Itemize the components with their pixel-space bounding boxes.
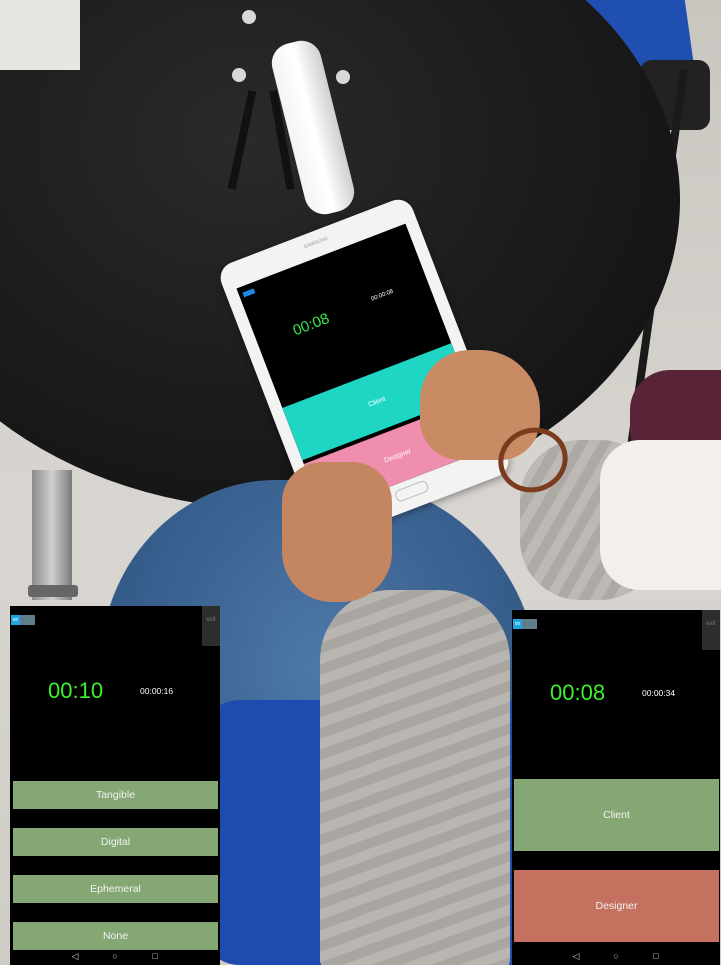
- table-leg: [32, 470, 72, 600]
- marker-ball: [232, 68, 246, 82]
- countdown-timer: 00:08: [550, 680, 606, 705]
- digital-button[interactable]: Digital: [13, 828, 218, 856]
- toggle-switch[interactable]: [242, 288, 256, 298]
- toggle-state: on: [11, 615, 20, 625]
- countdown-timer: 00:08: [290, 309, 332, 340]
- sweater-arm: [320, 590, 510, 965]
- elapsed-timer: 00:00:34: [642, 688, 676, 698]
- home-icon[interactable]: ○: [110, 951, 120, 961]
- toggle-state: on: [513, 619, 522, 629]
- android-nav-bar: ◁ ○ □: [10, 947, 220, 965]
- back-icon[interactable]: ◁: [70, 951, 80, 962]
- recents-icon[interactable]: □: [651, 951, 661, 961]
- exit-button[interactable]: exit: [702, 610, 720, 650]
- tracking-device: [227, 10, 368, 230]
- android-nav-bar: ◁ ○ □: [512, 947, 720, 965]
- countdown-timer: 00:10: [48, 678, 104, 703]
- white-box: [0, 0, 80, 70]
- marker-ball: [242, 10, 256, 24]
- toggle-switch[interactable]: on: [513, 619, 537, 629]
- ephemeral-button[interactable]: Ephemeral: [13, 875, 218, 903]
- back-icon[interactable]: ◁: [571, 951, 581, 962]
- scarf: [600, 440, 721, 590]
- screen-material-choice: on exit 00:10 00:00:16 Tangible Digital …: [10, 606, 220, 965]
- exit-button[interactable]: exit: [202, 606, 220, 646]
- table-foot: [28, 585, 78, 597]
- screen-role-choice: on exit 00:08 00:00:34 Client Designer ◁…: [512, 610, 720, 965]
- designer-button[interactable]: Designer: [514, 870, 719, 942]
- toggle-switch[interactable]: on: [11, 615, 35, 625]
- left-hand: [282, 462, 392, 602]
- home-icon[interactable]: ○: [611, 951, 621, 961]
- recents-icon[interactable]: □: [150, 951, 160, 961]
- elapsed-timer: 00:00:08: [370, 288, 395, 303]
- client-button[interactable]: Client: [514, 779, 719, 851]
- marker-ball: [336, 70, 350, 84]
- elapsed-timer: 00:00:16: [140, 686, 174, 696]
- tangible-button[interactable]: Tangible: [13, 781, 218, 809]
- none-button[interactable]: None: [13, 922, 218, 950]
